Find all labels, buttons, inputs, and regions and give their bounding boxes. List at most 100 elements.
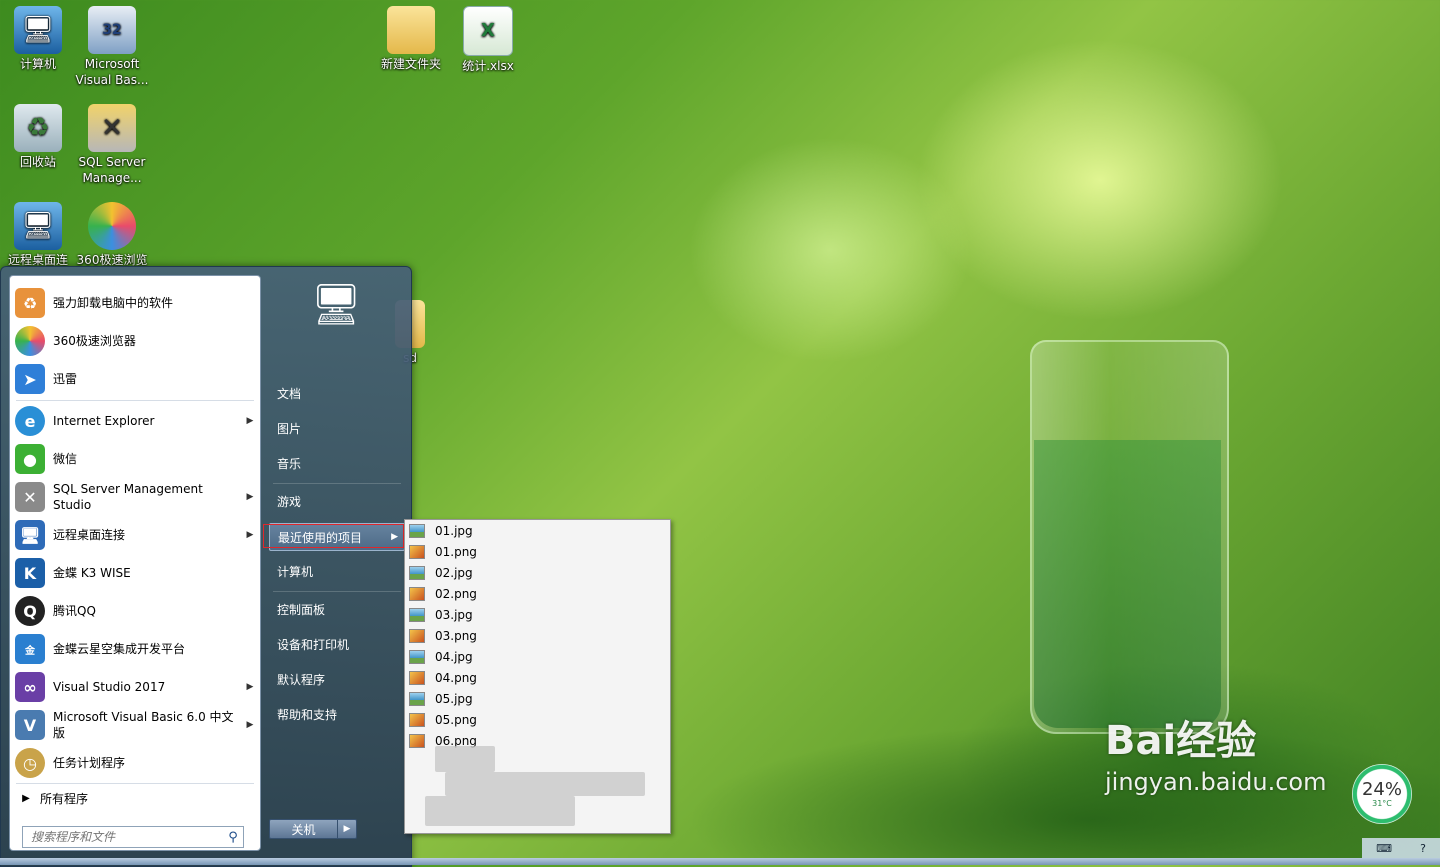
recent-item[interactable]: 02.jpg bbox=[407, 562, 667, 583]
help-icon[interactable]: ? bbox=[1420, 842, 1426, 855]
recent-item[interactable]: 03.jpg bbox=[407, 604, 667, 625]
search-input[interactable] bbox=[23, 830, 223, 844]
program-remote-desktop[interactable]: 🖥 远程桌面连接 ▶ bbox=[12, 517, 258, 553]
desktop-icon-sql-server[interactable]: ✕ SQL Server Manage... bbox=[74, 104, 150, 186]
recent-item[interactable]: 05.png bbox=[407, 709, 667, 730]
recent-item[interactable]: 04.png bbox=[407, 667, 667, 688]
desktop-icon-computer[interactable]: 🖥 计算机 bbox=[0, 6, 76, 72]
start-item-default-programs[interactable]: 默认程序 bbox=[269, 665, 405, 693]
user-picture-icon[interactable]: 🖥 bbox=[305, 273, 367, 335]
vb6-icon: 32 bbox=[88, 6, 136, 54]
recent-item[interactable]: 01.jpg bbox=[407, 520, 667, 541]
submenu-arrow-icon: ▶ bbox=[246, 416, 254, 426]
cpu-usage: 24% bbox=[1361, 778, 1402, 800]
program-kingdee-k3[interactable]: K 金蝶 K3 WISE bbox=[12, 555, 258, 591]
program-sql-server-management[interactable]: ✕ SQL Server Management Studio ▶ bbox=[12, 479, 258, 515]
wechat-icon: ● bbox=[15, 444, 45, 474]
desktop-icon-vb6[interactable]: 32 Microsoft Visual Bas... bbox=[74, 6, 150, 88]
visual-studio-icon: ∞ bbox=[15, 672, 45, 702]
desktop-icon-new-folder[interactable]: 新建文件夹 bbox=[373, 6, 449, 72]
program-visual-studio[interactable]: ∞ Visual Studio 2017 ▶ bbox=[12, 669, 258, 705]
recent-item-label: 04.jpg bbox=[435, 649, 473, 664]
baidu-watermark: Bai经验 jingyan.baidu.com bbox=[1105, 708, 1326, 796]
start-item-label: 文档 bbox=[277, 386, 302, 401]
start-item-label: 计算机 bbox=[277, 564, 314, 579]
program-internet-explorer[interactable]: e Internet Explorer ▶ bbox=[12, 403, 258, 439]
start-item-documents[interactable]: 文档 bbox=[269, 379, 405, 407]
clock-icon: ◷ bbox=[15, 748, 45, 778]
program-label: 迅雷 bbox=[53, 372, 78, 386]
submenu-arrow-icon: ▶ bbox=[246, 720, 254, 730]
recent-item-label: 02.jpg bbox=[435, 565, 473, 580]
program-label: 金蝶云星空集成开发平台 bbox=[53, 642, 186, 656]
desktop-icon-label: 回收站 bbox=[19, 155, 56, 169]
program-label: 金蝶 K3 WISE bbox=[53, 566, 131, 580]
qq-icon: Q bbox=[15, 596, 45, 626]
shutdown-options-arrow-icon[interactable]: ▶ bbox=[338, 819, 357, 839]
start-item-devices-printers[interactable]: 设备和打印机 bbox=[269, 630, 405, 658]
program-label: 360极速浏览器 bbox=[53, 334, 136, 348]
cpu-gauge-widget[interactable]: 24% 31°C bbox=[1352, 764, 1412, 824]
recent-item-label: 03.png bbox=[435, 628, 477, 643]
redacted-region bbox=[445, 772, 645, 796]
program-label: 任务计划程序 bbox=[53, 756, 126, 770]
desktop-icon-excel-file[interactable]: X 统计.xlsx bbox=[450, 6, 526, 74]
search-box[interactable]: ⚲ bbox=[22, 826, 244, 848]
highlight-annotation bbox=[263, 524, 404, 548]
all-programs-button[interactable]: ▶ 所有程序 bbox=[12, 784, 258, 812]
start-menu: ♻ 强力卸载电脑中的软件 360极速浏览器 ➤ 迅雷 e Internet Ex… bbox=[0, 266, 412, 867]
image-file-icon bbox=[409, 544, 425, 559]
program-vb6[interactable]: V Microsoft Visual Basic 6.0 中文版 ▶ bbox=[12, 707, 258, 743]
start-item-pictures[interactable]: 图片 bbox=[269, 414, 405, 442]
recent-item-label: 05.jpg bbox=[435, 691, 473, 706]
submenu-arrow-icon: ▶ bbox=[246, 682, 254, 692]
remote-desktop-icon: 🖥 bbox=[15, 520, 45, 550]
system-tray: ⌨ ? bbox=[1362, 838, 1440, 858]
kingdee-k3-icon: K bbox=[15, 558, 45, 588]
shutdown-button[interactable]: 关机 bbox=[269, 819, 338, 839]
desktop-icon-remote-desktop[interactable]: 🖥 远程桌面连 bbox=[0, 202, 76, 268]
watermark-brand: Bai经验 bbox=[1105, 718, 1257, 764]
sql-server-icon: ✕ bbox=[88, 104, 136, 152]
program-wechat[interactable]: ● 微信 bbox=[12, 441, 258, 477]
start-item-computer[interactable]: 计算机 bbox=[269, 557, 405, 585]
start-item-games[interactable]: 游戏 bbox=[269, 487, 405, 515]
desktop-icon-recycle-bin[interactable]: ♻ 回收站 bbox=[0, 104, 76, 170]
desktop-icon-label: 远程桌面连 bbox=[7, 253, 68, 267]
image-file-icon bbox=[409, 649, 425, 664]
start-menu-programs-pane: ♻ 强力卸载电脑中的软件 360极速浏览器 ➤ 迅雷 e Internet Ex… bbox=[9, 275, 261, 851]
desktop-icon-360-browser[interactable]: 360极速浏览 bbox=[74, 202, 150, 268]
program-qq[interactable]: Q 腾讯QQ bbox=[12, 593, 258, 629]
start-item-help-support[interactable]: 帮助和支持 bbox=[269, 700, 405, 728]
recent-item[interactable]: 03.png bbox=[407, 625, 667, 646]
start-item-label: 图片 bbox=[277, 421, 302, 436]
search-icon[interactable]: ⚲ bbox=[223, 830, 243, 845]
recent-item-label: 01.png bbox=[435, 544, 477, 559]
recent-item[interactable]: 05.jpg bbox=[407, 688, 667, 709]
recent-item[interactable]: 02.png bbox=[407, 583, 667, 604]
start-item-music[interactable]: 音乐 bbox=[269, 449, 405, 477]
program-xunlei[interactable]: ➤ 迅雷 bbox=[12, 361, 258, 397]
recent-items-submenu: 01.jpg 01.png 02.jpg 02.png 03.jpg 03.pn… bbox=[404, 519, 671, 834]
watermark-url: jingyan.baidu.com bbox=[1105, 768, 1327, 796]
image-file-icon bbox=[409, 607, 425, 622]
separator bbox=[273, 483, 401, 484]
all-programs-label: 所有程序 bbox=[40, 791, 89, 806]
separator bbox=[273, 591, 401, 592]
program-task-scheduler[interactable]: ◷ 任务计划程序 bbox=[12, 745, 258, 781]
start-item-control-panel[interactable]: 控制面板 bbox=[269, 595, 405, 623]
program-kingdee-cloud[interactable]: 金 金蝶云星空集成开发平台 bbox=[12, 631, 258, 667]
start-item-label: 帮助和支持 bbox=[277, 707, 338, 722]
program-uninstaller[interactable]: ♻ 强力卸载电脑中的软件 bbox=[12, 285, 258, 321]
recent-item[interactable]: 01.png bbox=[407, 541, 667, 562]
recent-item-label: 04.png bbox=[435, 670, 477, 685]
keyboard-icon[interactable]: ⌨ bbox=[1376, 842, 1392, 855]
start-item-label: 游戏 bbox=[277, 494, 302, 509]
desktop-icon-label: 新建文件夹 bbox=[380, 57, 441, 71]
remote-desktop-icon: 🖥 bbox=[14, 202, 62, 250]
recent-item[interactable]: 04.jpg bbox=[407, 646, 667, 667]
excel-icon: X bbox=[463, 6, 513, 56]
program-360-browser[interactable]: 360极速浏览器 bbox=[12, 323, 258, 359]
start-item-label: 控制面板 bbox=[277, 602, 326, 617]
start-item-label: 默认程序 bbox=[277, 672, 326, 687]
